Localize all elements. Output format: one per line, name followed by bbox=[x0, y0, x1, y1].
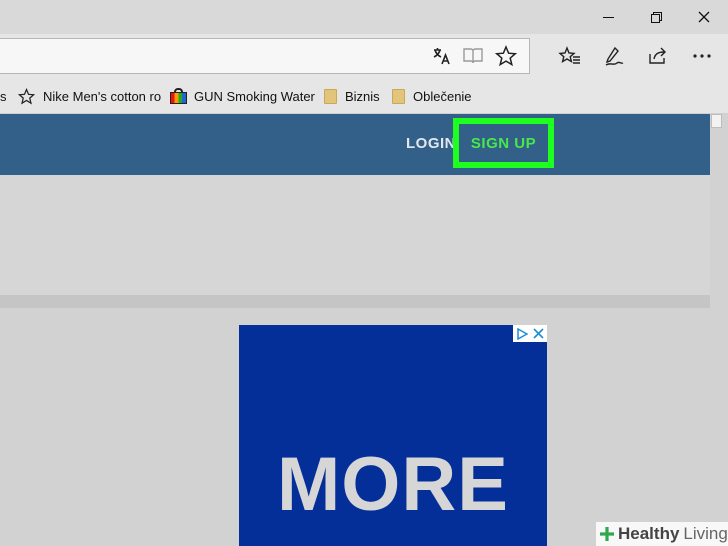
title-bar bbox=[0, 0, 728, 34]
adchoices-icon[interactable] bbox=[513, 325, 530, 342]
favorites-hub-button[interactable] bbox=[556, 42, 584, 70]
favorite-label: GUN Smoking Water bbox=[194, 88, 315, 104]
scrollbar-thumb[interactable] bbox=[711, 114, 722, 128]
favorite-label: Nike Men's cotton ro bbox=[43, 88, 162, 104]
ad-headline: MORE bbox=[277, 442, 509, 527]
web-notes-button[interactable] bbox=[600, 42, 628, 70]
scrollbar-track[interactable] bbox=[710, 114, 728, 546]
sign-up-button[interactable]: SIGN UP bbox=[453, 118, 554, 168]
favorite-item[interactable]: GUN Smoking Water bbox=[170, 78, 315, 114]
minimize-button[interactable] bbox=[584, 0, 632, 34]
favorite-label: Biznis bbox=[345, 88, 380, 104]
browser-toolbar bbox=[0, 34, 728, 78]
folder-icon bbox=[324, 88, 337, 104]
folder-icon bbox=[392, 88, 405, 104]
plus-leaf-icon bbox=[600, 527, 614, 541]
restore-icon bbox=[650, 11, 662, 23]
close-button[interactable] bbox=[680, 0, 728, 34]
sign-up-label: SIGN UP bbox=[470, 134, 537, 152]
login-link[interactable]: LOGIN bbox=[406, 134, 456, 154]
shopping-bag-icon bbox=[170, 88, 187, 104]
favorites-hub-icon bbox=[558, 46, 580, 64]
favorite-item[interactable]: Oblečenie bbox=[392, 78, 472, 114]
share-icon bbox=[649, 47, 666, 64]
watermark-brand-suffix: Living bbox=[683, 524, 728, 543]
section-divider bbox=[0, 295, 710, 308]
favorite-star-icon bbox=[495, 45, 517, 67]
favorite-item[interactable]: Biznis bbox=[324, 78, 380, 114]
close-icon bbox=[698, 11, 710, 23]
more-button[interactable] bbox=[688, 42, 716, 70]
ad-badge[interactable] bbox=[513, 325, 547, 342]
favorite-label: Oblečenie bbox=[413, 88, 472, 104]
minimize-icon bbox=[602, 16, 614, 18]
watermark: Healthy Living bbox=[596, 522, 728, 546]
add-favorite-button[interactable] bbox=[492, 42, 520, 70]
pen-notes-icon bbox=[605, 46, 624, 66]
favorite-label: s bbox=[0, 88, 7, 104]
more-icon bbox=[693, 54, 711, 58]
watermark-brand: Healthy bbox=[618, 524, 680, 543]
restore-button[interactable] bbox=[632, 0, 680, 34]
star-icon bbox=[18, 87, 35, 104]
translate-icon bbox=[433, 48, 450, 65]
favorite-item[interactable]: s bbox=[0, 78, 7, 114]
reading-view-icon bbox=[463, 48, 483, 64]
advertisement[interactable]: MORE bbox=[239, 325, 547, 546]
share-button[interactable] bbox=[644, 42, 672, 70]
translate-button[interactable] bbox=[427, 42, 455, 70]
ad-close-icon[interactable] bbox=[530, 325, 547, 342]
site-header bbox=[0, 114, 710, 175]
page-section bbox=[0, 175, 710, 295]
favorites-bar: s Nike Men's cotton ro GUN Smoking Water… bbox=[0, 78, 728, 114]
favorite-item[interactable]: Nike Men's cotton ro bbox=[18, 78, 161, 114]
reading-view-button[interactable] bbox=[459, 42, 487, 70]
